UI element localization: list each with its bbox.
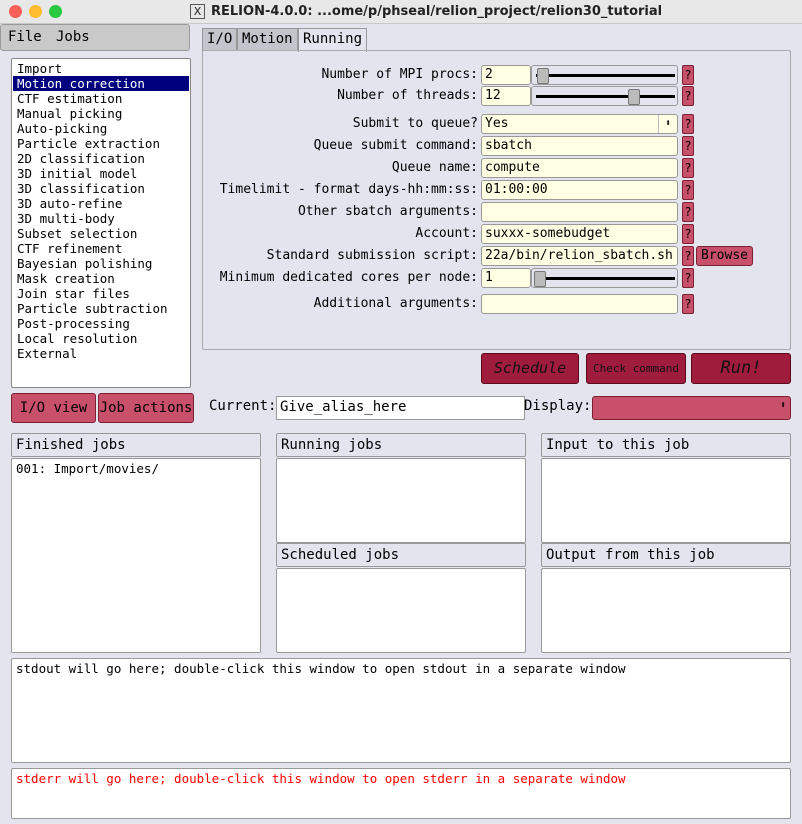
account-input[interactable]: suxxx-somebudget [481, 224, 678, 244]
output-list[interactable] [541, 568, 791, 653]
script-input[interactable]: 22a/bin/relion_sbatch.sh [481, 246, 678, 266]
zoom-button[interactable] [49, 5, 62, 18]
minimize-button[interactable] [29, 5, 42, 18]
job-type-item[interactable]: Auto-picking [13, 121, 189, 136]
stdout-window[interactable]: stdout will go here; double-click this w… [11, 658, 791, 763]
alias-input[interactable]: Give_alias_here [276, 396, 525, 420]
slider-handle[interactable] [536, 68, 549, 84]
timelimit-input[interactable]: 01:00:00 [481, 180, 678, 200]
tab-running[interactable]: Running [298, 28, 368, 52]
menu-jobs[interactable]: Jobs [56, 29, 90, 45]
additional-input[interactable] [481, 294, 678, 314]
input-list[interactable] [541, 458, 791, 543]
job-type-item[interactable]: 3D classification [13, 181, 189, 196]
job-type-item[interactable]: Post-processing [13, 316, 189, 331]
queue-name-help-button[interactable]: ? [682, 158, 694, 178]
job-type-item[interactable]: Particle subtraction [13, 301, 189, 316]
script-label: Standard submission script: [266, 248, 478, 263]
threads-help-button[interactable]: ? [682, 86, 694, 106]
output-header: Output from this job [541, 543, 791, 567]
job-type-item[interactable]: 2D classification [13, 151, 189, 166]
other-args-label: Other sbatch arguments: [297, 204, 478, 219]
other-args-input[interactable] [481, 202, 678, 222]
mpi-help-button[interactable]: ? [682, 65, 694, 85]
queue-name-label: Queue name: [391, 160, 478, 175]
scheduled-jobs-header: Scheduled jobs [276, 543, 526, 567]
threads-slider[interactable] [531, 86, 678, 106]
job-actions-button[interactable]: Job actions [98, 393, 194, 423]
threads-input[interactable]: 12 [481, 86, 531, 106]
select-value: Yes [485, 116, 509, 131]
queue-cmd-label: Queue submit command: [313, 138, 478, 153]
input-header: Input to this job [541, 433, 791, 457]
min-cores-input[interactable]: 1 [481, 268, 531, 288]
job-type-item[interactable]: Local resolution [13, 331, 189, 346]
mpi-input[interactable]: 2 [481, 65, 531, 85]
job-type-item[interactable]: Subset selection [13, 226, 189, 241]
job-type-item[interactable]: Mask creation [13, 271, 189, 286]
window-title: RELION-4.0.0: ...ome/p/phseal/relion_pro… [211, 4, 663, 19]
account-help-button[interactable]: ? [682, 224, 694, 244]
mpi-label: Number of MPI procs: [321, 67, 478, 82]
slider-handle[interactable] [534, 271, 546, 287]
other-args-help-button[interactable]: ? [682, 202, 694, 222]
display-label: Display: [524, 398, 592, 414]
job-type-list[interactable]: Import Motion correction CTF estimation Man… [11, 58, 191, 388]
min-cores-label: Minimum dedicated cores per node: [219, 270, 478, 285]
running-jobs-header: Running jobs [276, 433, 526, 457]
scheduled-jobs-list[interactable] [276, 568, 526, 653]
job-type-item[interactable]: Bayesian polishing [13, 256, 189, 271]
job-type-item[interactable]: 3D auto-refine [13, 196, 189, 211]
job-type-item[interactable]: CTF estimation [13, 91, 189, 106]
job-type-item[interactable]: Join star files [13, 286, 189, 301]
updown-icon: ⬍ [779, 400, 786, 411]
mpi-slider[interactable] [531, 65, 678, 85]
threads-label: Number of threads: [337, 88, 478, 103]
job-type-item[interactable]: Import [13, 61, 189, 76]
tab-motion[interactable]: Motion [237, 28, 298, 51]
job-type-item[interactable]: CTF refinement [13, 241, 189, 256]
queue-cmd-help-button[interactable]: ? [682, 136, 694, 156]
run-button[interactable]: Run! [691, 353, 791, 384]
job-type-item[interactable]: External [13, 346, 189, 361]
submit-queue-help-button[interactable]: ? [682, 114, 694, 134]
title-bar: X RELION-4.0.0: ...ome/p/phseal/relion_pr… [0, 0, 802, 24]
job-type-item[interactable]: Manual picking [13, 106, 189, 121]
current-label: Current: [209, 398, 277, 414]
io-view-button[interactable]: I/O view [11, 393, 96, 423]
job-type-item[interactable]: 3D multi-body [13, 211, 189, 226]
submit-queue-label: Submit to queue? [352, 116, 478, 131]
account-label: Account: [415, 226, 478, 241]
menu-file[interactable]: File [8, 29, 42, 45]
updown-icon: ⬍ [658, 115, 677, 133]
tab-io[interactable]: I/O [202, 28, 238, 51]
min-cores-slider[interactable] [531, 268, 678, 288]
script-help-button[interactable]: ? [682, 246, 694, 266]
menu-bar: File Jobs [0, 24, 190, 51]
slider-handle[interactable] [627, 89, 640, 105]
job-type-item[interactable]: Motion correction [13, 76, 189, 91]
browse-button[interactable]: Browse [696, 246, 753, 266]
timelimit-help-button[interactable]: ? [682, 180, 694, 200]
job-type-item[interactable]: 3D initial model [13, 166, 189, 181]
job-type-item[interactable]: Particle extraction [13, 136, 189, 151]
display-select[interactable]: ⬍ [592, 396, 791, 420]
submit-queue-select[interactable]: Yes ⬍ [481, 114, 678, 134]
queue-cmd-input[interactable]: sbatch [481, 136, 678, 156]
finished-jobs-list[interactable]: 001: Import/movies/ [11, 458, 261, 653]
additional-help-button[interactable]: ? [682, 294, 694, 314]
queue-name-input[interactable]: compute [481, 158, 678, 178]
additional-label: Additional arguments: [313, 296, 478, 311]
finished-jobs-header: Finished jobs [11, 433, 261, 457]
timelimit-label: Timelimit - format days-hh:mm:ss: [219, 182, 478, 197]
schedule-button[interactable]: Schedule [481, 353, 579, 384]
stderr-window[interactable]: stderr will go here; double-click this w… [11, 768, 791, 819]
close-button[interactable] [9, 5, 22, 18]
finished-job-item[interactable]: 001: Import/movies/ [16, 461, 256, 476]
min-cores-help-button[interactable]: ? [682, 268, 694, 288]
running-jobs-list[interactable] [276, 458, 526, 543]
check-command-button[interactable]: Check command [586, 353, 686, 384]
x11-icon: X [190, 4, 205, 19]
